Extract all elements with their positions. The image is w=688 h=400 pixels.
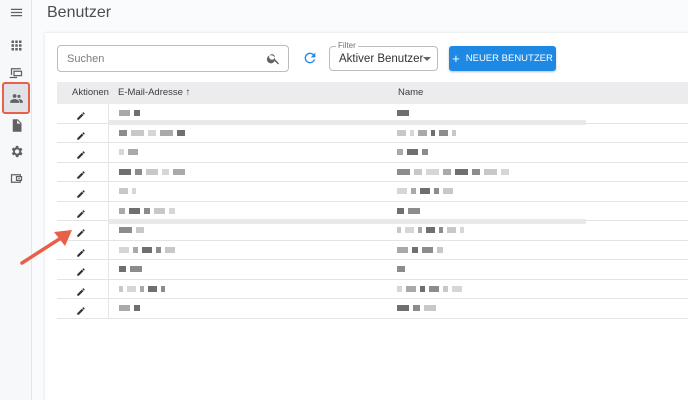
table-row[interactable] <box>57 123 688 143</box>
row-actions-cell <box>57 279 109 298</box>
name-cell-redacted <box>397 129 460 136</box>
edit-pencil-icon[interactable] <box>76 128 86 140</box>
edit-pencil-icon[interactable] <box>76 167 86 179</box>
edit-pencil-icon[interactable] <box>76 264 86 276</box>
column-header-actions: Aktionen <box>72 87 109 98</box>
edit-pencil-icon[interactable] <box>76 108 86 120</box>
table-row[interactable] <box>57 279 688 299</box>
name-cell-redacted <box>397 246 447 253</box>
table-scrollbar-track <box>108 219 586 224</box>
filter-label: Filter <box>336 41 358 50</box>
users-icon[interactable] <box>6 88 26 108</box>
email-cell-redacted <box>119 285 169 292</box>
email-cell-redacted <box>119 305 144 311</box>
table-row[interactable] <box>57 299 688 319</box>
table-row[interactable] <box>57 240 688 260</box>
table-row[interactable] <box>57 182 688 202</box>
name-cell-redacted <box>397 110 413 116</box>
email-cell-redacted <box>119 188 140 194</box>
email-cell-redacted <box>119 246 179 253</box>
row-actions-cell <box>57 143 109 162</box>
table-row[interactable] <box>57 143 688 163</box>
edit-pencil-icon[interactable] <box>76 186 86 198</box>
edit-pencil-icon[interactable] <box>76 303 86 315</box>
name-cell-redacted <box>397 168 513 175</box>
wallet-icon[interactable] <box>6 168 26 188</box>
apps-grid-icon[interactable] <box>6 35 26 55</box>
column-header-name[interactable]: Name <box>398 87 423 98</box>
row-actions-cell <box>57 104 109 123</box>
settings-gear-icon[interactable] <box>6 141 26 161</box>
email-cell-redacted <box>119 227 148 233</box>
plus-icon: + <box>452 51 460 66</box>
annotation-arrow <box>20 230 72 265</box>
table-row[interactable] <box>57 162 688 182</box>
search-icon[interactable] <box>266 51 281 66</box>
sort-arrow-up-icon[interactable]: ↑ <box>186 87 191 98</box>
email-cell-redacted <box>119 129 189 136</box>
row-actions-cell <box>57 123 109 142</box>
email-cell-redacted <box>119 266 146 272</box>
row-actions-cell <box>57 162 109 181</box>
name-cell-redacted <box>397 149 432 155</box>
email-cell-redacted <box>119 110 144 116</box>
table-row[interactable] <box>57 260 688 280</box>
chevron-down-icon <box>423 57 431 61</box>
nav-rail <box>0 0 32 400</box>
filter-value: Aktiver Benutzer <box>339 53 424 65</box>
table-scrollbar-track <box>108 120 586 125</box>
menu-icon[interactable] <box>6 2 26 22</box>
new-user-button[interactable]: + NEUER BENUTZER <box>449 46 556 71</box>
search-placeholder: Suchen <box>67 53 105 65</box>
page-title: Benutzer <box>47 4 112 21</box>
new-user-label: NEUER BENUTZER <box>465 53 553 64</box>
email-header-label: E-Mail-Adresse <box>118 87 183 98</box>
email-cell-redacted <box>119 149 142 155</box>
search-input[interactable]: Suchen <box>57 45 289 72</box>
refresh-icon[interactable] <box>302 50 318 66</box>
name-cell-redacted <box>397 207 424 214</box>
name-cell-redacted <box>397 305 440 311</box>
name-cell-redacted <box>397 285 466 292</box>
table-header: Aktionen E-Mail-Adresse ↑ Name <box>57 82 688 104</box>
email-cell-redacted <box>119 207 179 214</box>
edit-pencil-icon[interactable] <box>76 245 86 257</box>
name-cell-redacted <box>397 188 457 194</box>
row-actions-cell <box>57 299 109 318</box>
users-table: Aktionen E-Mail-Adresse ↑ Name <box>57 82 688 319</box>
devices-icon[interactable] <box>6 62 26 82</box>
column-header-email[interactable]: E-Mail-Adresse ↑ <box>118 87 190 98</box>
row-actions-cell <box>57 201 109 220</box>
document-icon[interactable] <box>6 115 26 135</box>
name-cell-redacted <box>397 266 409 272</box>
edit-pencil-icon[interactable] <box>76 225 86 237</box>
edit-pencil-icon[interactable] <box>76 284 86 296</box>
name-cell-redacted <box>397 227 468 233</box>
email-cell-redacted <box>119 168 189 175</box>
row-actions-cell <box>57 182 109 201</box>
edit-pencil-icon[interactable] <box>76 206 86 218</box>
edit-pencil-icon[interactable] <box>76 147 86 159</box>
